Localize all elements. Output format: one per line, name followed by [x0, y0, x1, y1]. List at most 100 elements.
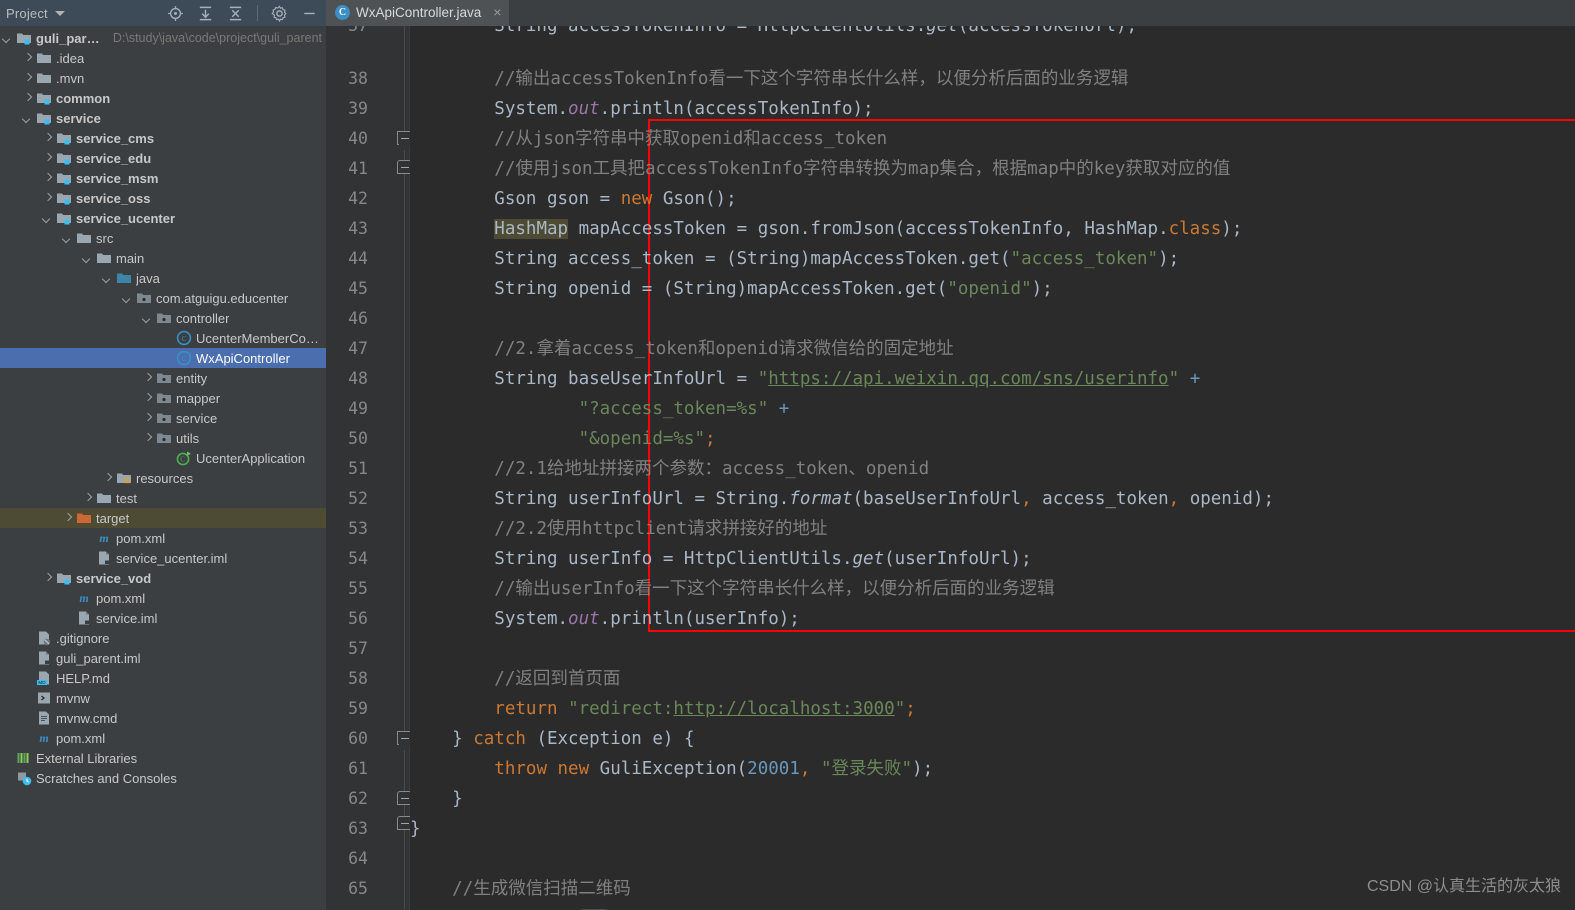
chevron-right-icon[interactable] — [82, 493, 93, 504]
code-line-56[interactable]: System.out.println(userInfo); — [410, 604, 800, 634]
code-line-39[interactable]: System.out.println(accessTokenInfo); — [410, 94, 873, 124]
chevron-right-icon[interactable] — [42, 133, 53, 144]
code-line-38[interactable]: //输出accessTokenInfo看一下这个字符串长什么样，以便分析后面的业… — [410, 64, 1128, 94]
code-line-51[interactable]: //2.1给地址拼接两个参数：access_token、openid — [410, 454, 929, 484]
tree-item-resources[interactable]: resources — [0, 468, 326, 488]
tree-item-common[interactable]: common — [0, 88, 326, 108]
chevron-down-icon[interactable] — [22, 113, 33, 124]
code-line-44[interactable]: String access_token = (String)mapAccessT… — [410, 244, 1179, 274]
code-line-37[interactable]: String accessTokenInfo = HttpClientUtils… — [410, 26, 1137, 41]
code-line-66[interactable]: @GetMapping("login") — [410, 904, 692, 910]
tree-item-main[interactable]: main — [0, 248, 326, 268]
tree-item-guli-parent-iml[interactable]: guli_parent.iml — [0, 648, 326, 668]
code-line-52[interactable]: String userInfoUrl = String.format(baseU… — [410, 484, 1274, 514]
chevron-right-icon[interactable] — [142, 413, 153, 424]
code-line-65[interactable]: //生成微信扫描二维码 — [410, 874, 631, 904]
chevron-right-icon[interactable] — [42, 193, 53, 204]
tree-item-mapper[interactable]: mapper — [0, 388, 326, 408]
chevron-down-icon[interactable] — [62, 233, 73, 244]
code-editor[interactable]: 37 38 39 40 41 42 43 44 45 46 47 48 49 50 51 52 53 54 55 56… — [326, 26, 1575, 910]
chevron-right-icon[interactable] — [22, 73, 33, 84]
chevron-right-icon[interactable] — [42, 153, 53, 164]
code-line-63[interactable]: } — [410, 814, 421, 844]
chevron-right-icon[interactable] — [42, 573, 53, 584]
code-line-42[interactable]: Gson gson = new Gson(); — [410, 184, 736, 214]
tree-item-pom-xml[interactable]: m pom.xml — [0, 728, 326, 748]
tree-item-help-md[interactable]: MD HELP.md — [0, 668, 326, 688]
chevron-down-icon[interactable] — [42, 213, 53, 224]
collapse-all-icon[interactable] — [227, 5, 244, 22]
tree-item-src[interactable]: src — [0, 228, 326, 248]
code-line-49[interactable]: "?access_token=%s" + — [410, 394, 790, 424]
code-line-45[interactable]: String openid = (String)mapAccessToken.g… — [410, 274, 1052, 304]
code-line-59[interactable]: return "redirect:http://localhost:3000"; — [410, 694, 915, 724]
editor-gutter[interactable]: 37 38 39 40 41 42 43 44 45 46 47 48 49 50 51 52 53 54 55 56… — [326, 26, 412, 910]
tree-item-external-libraries[interactable]: External Libraries — [0, 748, 326, 768]
tree-item-mvnw[interactable]: mvnw — [0, 688, 326, 708]
tree-item-service-vod[interactable]: service_vod — [0, 568, 326, 588]
close-icon[interactable]: × — [493, 5, 501, 19]
chevron-down-icon[interactable] — [122, 293, 133, 304]
tree-item-mvnw-cmd[interactable]: mvnw.cmd — [0, 708, 326, 728]
code-line-60[interactable]: } catch (Exception e) { — [410, 724, 694, 754]
tree-item-utils[interactable]: utils — [0, 428, 326, 448]
code-line-48[interactable]: String baseUserInfoUrl = "https://api.we… — [410, 364, 1200, 394]
tree-item-pom-xml[interactable]: m pom.xml — [0, 528, 326, 548]
chevron-right-icon[interactable] — [102, 473, 113, 484]
chevron-down-icon[interactable] — [82, 253, 93, 264]
tree-item-target[interactable]: target — [0, 508, 326, 528]
tree-item--idea[interactable]: .idea — [0, 48, 326, 68]
tree-item--gitignore[interactable]: .gitignore — [0, 628, 326, 648]
minimize-icon[interactable] — [301, 5, 318, 22]
tree-item-com-atguigu-educenter[interactable]: com.atguigu.educenter — [0, 288, 326, 308]
tree-item-service-ucenter-iml[interactable]: service_ucenter.iml — [0, 548, 326, 568]
tree-item-service-msm[interactable]: service_msm — [0, 168, 326, 188]
expand-all-icon[interactable] — [197, 5, 214, 22]
tree-item-ucenterapplication[interactable]: C UcenterApplication — [0, 448, 326, 468]
tree-root-guli-parent[interactable]: guli_parent D:\study\java\code\project\gu… — [0, 28, 326, 48]
code-line-58[interactable]: //返回到首页面 — [410, 664, 620, 694]
code-line-55[interactable]: //输出userInfo看一下这个字符串长什么样，以便分析后面的业务逻辑 — [410, 574, 1054, 604]
tree-item-ucentermembercontroller[interactable]: C UcenterMemberController — [0, 328, 326, 348]
code-line-40[interactable]: //从json字符串中获取openid和access_token — [410, 124, 887, 154]
code-line-43[interactable]: HashMap mapAccessToken = gson.fromJson(a… — [410, 214, 1242, 244]
code-line-62[interactable]: } — [410, 784, 463, 814]
chevron-down-icon[interactable] — [142, 313, 153, 324]
tree-item-service-oss[interactable]: service_oss — [0, 188, 326, 208]
editor-tab-wxapicontroller[interactable]: C WxApiController.java × — [326, 0, 510, 26]
code-line-61[interactable]: throw new GuliException(20001, "登录失败"); — [410, 754, 933, 784]
tree-item--mvn[interactable]: .mvn — [0, 68, 326, 88]
code-line-47[interactable]: //2.拿着access_token和openid请求微信给的固定地址 — [410, 334, 953, 364]
chevron-right-icon[interactable] — [142, 393, 153, 404]
chevron-right-icon[interactable] — [42, 173, 53, 184]
chevron-right-icon[interactable] — [142, 373, 153, 384]
code-line-50[interactable]: "&openid=%s"; — [410, 424, 716, 454]
chevron-right-icon[interactable] — [142, 433, 153, 444]
tree-item-wxapicontroller[interactable]: C WxApiController — [0, 348, 326, 368]
chevron-down-icon[interactable] — [102, 273, 113, 284]
tree-item-service-iml[interactable]: service.iml — [0, 608, 326, 628]
tree-item-service[interactable]: service — [0, 408, 326, 428]
project-panel-title[interactable]: Project — [6, 6, 48, 21]
settings-gear-icon[interactable] — [271, 5, 288, 22]
tree-item-controller[interactable]: controller — [0, 308, 326, 328]
tree-item-service-ucenter[interactable]: service_ucenter — [0, 208, 326, 228]
tree-item-service-edu[interactable]: service_edu — [0, 148, 326, 168]
code-line-54[interactable]: String userInfo = HttpClientUtils.get(us… — [410, 544, 1031, 574]
chevron-down-icon[interactable] — [54, 10, 65, 16]
tree-item-entity[interactable]: entity — [0, 368, 326, 388]
project-tree[interactable]: guli_parent D:\study\java\code\project\gu… — [0, 26, 326, 910]
code-content[interactable]: CSDN @认真生活的灰太狼 String accessTokenInfo = … — [410, 26, 1575, 910]
tree-item-java[interactable]: java — [0, 268, 326, 288]
tree-item-service[interactable]: service — [0, 108, 326, 128]
code-line-53[interactable]: //2.2使用httpclient请求拼接好的地址 — [410, 514, 827, 544]
chevron-down-icon[interactable] — [2, 33, 13, 44]
tree-item-service-cms[interactable]: service_cms — [0, 128, 326, 148]
chevron-right-icon[interactable] — [22, 93, 33, 104]
code-line-41[interactable]: //使用json工具把accessTokenInfo字符串转换为map集合，根据… — [410, 154, 1230, 184]
tree-item-test[interactable]: test — [0, 488, 326, 508]
tree-item-scratches-and-consoles[interactable]: Scratches and Consoles — [0, 768, 326, 788]
chevron-right-icon[interactable] — [62, 513, 73, 524]
chevron-right-icon[interactable] — [22, 53, 33, 64]
locate-icon[interactable] — [167, 5, 184, 22]
